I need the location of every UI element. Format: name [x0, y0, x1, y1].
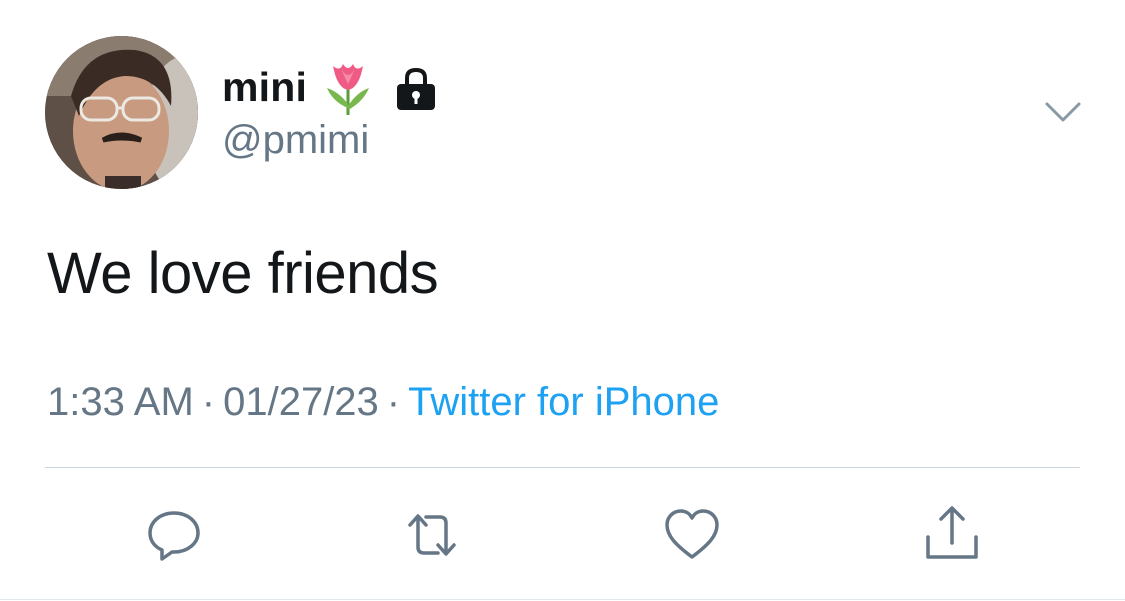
retweet-button[interactable]: [402, 505, 462, 565]
tweet-meta: 1:33 AM · 01/27/23 · Twitter for iPhone: [47, 380, 719, 425]
tulip-icon: [323, 58, 373, 116]
heart-icon: [665, 509, 719, 559]
share-button[interactable]: [922, 505, 982, 565]
tweet-text: We love friends: [47, 241, 439, 306]
reply-icon: [148, 511, 200, 561]
user-handle[interactable]: @pmimi: [222, 118, 369, 163]
meta-separator: ·: [386, 380, 401, 424]
tweet-source-link[interactable]: Twitter for iPhone: [408, 380, 719, 424]
lock-icon: [395, 66, 437, 112]
divider: [45, 467, 1080, 468]
like-button[interactable]: [662, 505, 722, 565]
avatar-photo: [45, 36, 198, 189]
tweet-time: 1:33 AM: [47, 380, 194, 424]
chevron-down-icon[interactable]: [1043, 98, 1083, 126]
tweet-detail: mini @pmimi We love friends 1:33 AM · 01…: [0, 0, 1125, 601]
tweet-date: 01/27/23: [223, 380, 379, 424]
reply-button[interactable]: [144, 505, 204, 565]
avatar[interactable]: [45, 36, 198, 189]
retweet-icon: [408, 514, 456, 556]
display-name-row: mini: [222, 56, 437, 118]
divider: [0, 599, 1125, 600]
share-icon: [926, 506, 978, 559]
display-name[interactable]: mini: [222, 64, 307, 111]
meta-separator: ·: [201, 380, 216, 424]
